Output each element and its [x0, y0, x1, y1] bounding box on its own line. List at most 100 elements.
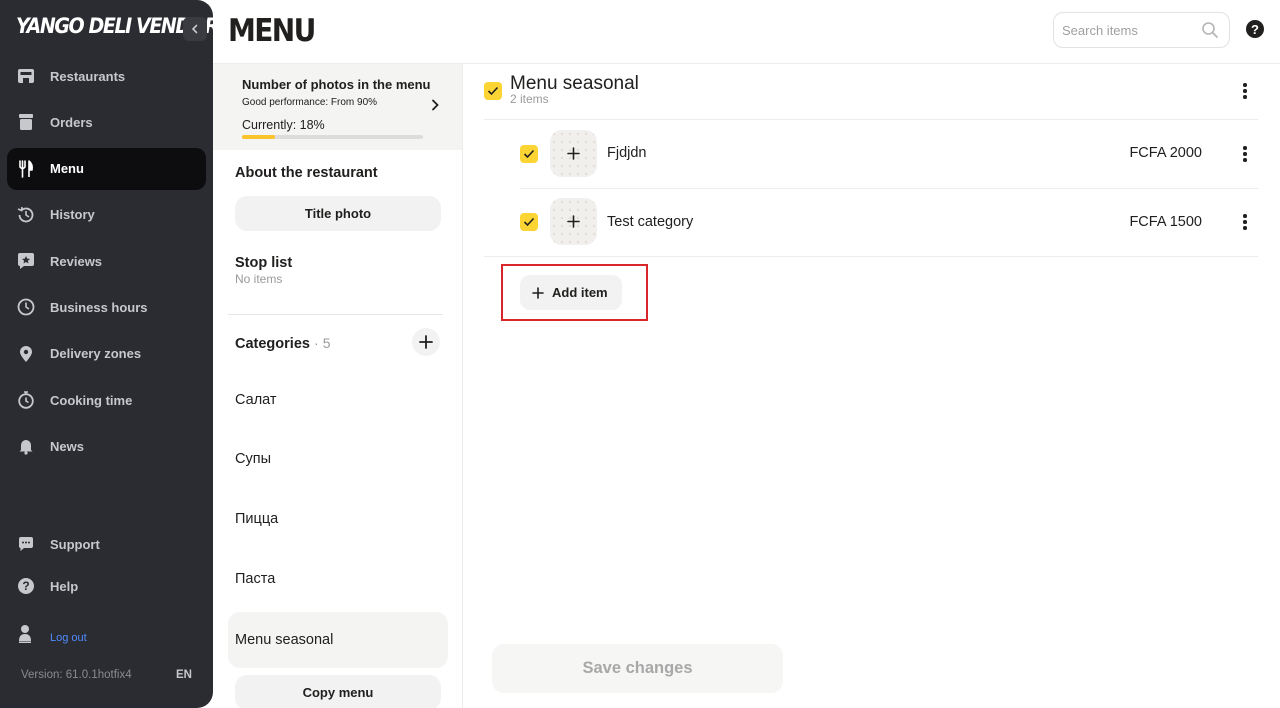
- sidebar-item-label: Business hours: [50, 299, 148, 315]
- sidebar-item-label: History: [50, 207, 95, 223]
- categories-label: Categories: [235, 336, 310, 352]
- sidebar-item-label: Cooking time: [50, 392, 133, 408]
- plus-icon: [532, 286, 544, 299]
- stop-list-heading[interactable]: Stop list: [235, 255, 292, 271]
- categories-separator: ·: [313, 335, 319, 351]
- divider: [228, 314, 443, 315]
- language-switch[interactable]: EN: [176, 669, 192, 681]
- categories-heading: Categories · 5: [235, 335, 330, 352]
- sidebar-item-label: News: [50, 438, 84, 454]
- history-icon: [16, 205, 36, 225]
- logout-area: Log out: [16, 618, 87, 644]
- about-restaurant-heading: About the restaurant: [235, 165, 378, 181]
- add-item-label: Add item: [552, 285, 608, 300]
- sidebar-item-delivery-zones[interactable]: Delivery zones: [7, 333, 206, 375]
- star-bubble-icon: [16, 251, 36, 271]
- photo-stats-card[interactable]: Number of photos in the menu Good perfor…: [213, 64, 462, 150]
- fork-knife-icon: [16, 159, 36, 179]
- svg-text:?: ?: [22, 579, 29, 593]
- stopwatch-icon: [16, 390, 36, 410]
- item-checkbox[interactable]: [520, 213, 538, 231]
- plus-icon: [567, 215, 580, 228]
- sidebar: YANGO DELI VENDOR Restaurants Orders Men…: [0, 0, 219, 708]
- photo-progress-fill: [242, 135, 275, 139]
- category-item[interactable]: Салат: [228, 372, 448, 428]
- sidebar-item-help[interactable]: ? Help: [7, 565, 206, 607]
- collapse-sidebar-button[interactable]: [183, 17, 207, 41]
- photo-progress-bar: [242, 135, 423, 139]
- item-more-button[interactable]: [1235, 144, 1255, 164]
- search-input[interactable]: [1062, 22, 1192, 38]
- item-checkbox[interactable]: [520, 145, 538, 163]
- category-item[interactable]: Пицца: [228, 491, 448, 547]
- menu-side-panel: Number of photos in the menu Good perfor…: [213, 64, 463, 708]
- version-label: Version: 61.0.1hotfix4: [21, 669, 132, 681]
- sidebar-item-label: Menu: [50, 161, 84, 177]
- category-item[interactable]: Паста: [228, 551, 448, 607]
- sidebar-item-reviews[interactable]: Reviews: [7, 240, 206, 282]
- panel-divider: [462, 64, 463, 708]
- add-item-button[interactable]: Add item: [520, 275, 622, 310]
- check-icon: [487, 86, 499, 96]
- item-name[interactable]: Test category: [607, 214, 693, 230]
- help-button[interactable]: ?: [1246, 20, 1264, 38]
- orders-icon: [16, 112, 36, 132]
- sidebar-item-label: Delivery zones: [50, 346, 142, 362]
- category-item-count: 2 items: [510, 92, 549, 106]
- item-more-button[interactable]: [1235, 212, 1255, 232]
- category-item[interactable]: Супы: [228, 431, 448, 487]
- page-title: MENU: [228, 12, 316, 49]
- location-pin-icon: [16, 344, 36, 364]
- store-icon: [16, 66, 36, 86]
- user-icon: [19, 625, 31, 643]
- categories-count: 5: [322, 335, 331, 351]
- divider: [484, 119, 1258, 120]
- copy-menu-button[interactable]: Copy menu: [235, 675, 441, 708]
- sidebar-item-business-hours[interactable]: Business hours: [7, 286, 206, 328]
- chevron-left-icon: [191, 24, 198, 34]
- item-price: FCFA 2000: [1129, 145, 1202, 161]
- photo-stats-current: Currently: 18%: [242, 118, 325, 132]
- photo-stats-title: Number of photos in the menu: [242, 77, 431, 92]
- sidebar-bottom-nav: Support ? Help: [7, 523, 206, 607]
- sidebar-item-label: Support: [50, 536, 100, 552]
- chat-icon: [16, 534, 36, 554]
- bell-icon: [16, 436, 36, 456]
- sidebar-item-cooking-time[interactable]: Cooking time: [7, 379, 206, 421]
- sidebar-item-label: Reviews: [50, 253, 103, 269]
- search-box[interactable]: [1053, 12, 1230, 48]
- sidebar-item-menu[interactable]: Menu: [7, 147, 206, 190]
- search-icon[interactable]: [1201, 21, 1219, 39]
- category-select-all-checkbox[interactable]: [484, 82, 502, 100]
- plus-icon: [567, 147, 580, 160]
- sidebar-item-restaurants[interactable]: Restaurants: [7, 55, 206, 97]
- category-item-selected[interactable]: Menu seasonal: [228, 612, 448, 668]
- check-icon: [523, 149, 535, 159]
- photo-stats-subtitle: Good performance: From 90%: [242, 97, 378, 108]
- sidebar-item-label: Help: [50, 578, 79, 594]
- sidebar-item-label: Restaurants: [50, 68, 126, 84]
- logout-link[interactable]: Log out: [50, 632, 87, 644]
- item-photo-placeholder[interactable]: [550, 198, 597, 245]
- title-photo-button[interactable]: Title photo: [235, 196, 441, 231]
- item-photo-placeholder[interactable]: [550, 130, 597, 177]
- divider: [484, 256, 1258, 257]
- sidebar-item-orders[interactable]: Orders: [7, 101, 206, 143]
- chevron-right-icon: [432, 99, 439, 111]
- sidebar-item-news[interactable]: News: [7, 425, 206, 467]
- add-category-button[interactable]: [412, 328, 440, 356]
- divider: [520, 188, 1258, 189]
- check-icon: [523, 217, 535, 227]
- item-price: FCFA 1500: [1129, 214, 1202, 230]
- clock-icon: [16, 297, 36, 317]
- item-name[interactable]: Fjdjdn: [607, 145, 647, 161]
- save-changes-button[interactable]: Save changes: [492, 644, 783, 693]
- stop-list-subtitle: No items: [235, 272, 283, 286]
- sidebar-item-support[interactable]: Support: [7, 523, 206, 565]
- plus-icon: [419, 335, 433, 349]
- question-icon: ?: [16, 576, 36, 596]
- sidebar-item-history[interactable]: History: [7, 194, 206, 236]
- sidebar-nav: Restaurants Orders Menu History Reviews …: [7, 55, 206, 472]
- sidebar-item-label: Orders: [50, 114, 93, 130]
- category-more-button[interactable]: [1235, 81, 1255, 101]
